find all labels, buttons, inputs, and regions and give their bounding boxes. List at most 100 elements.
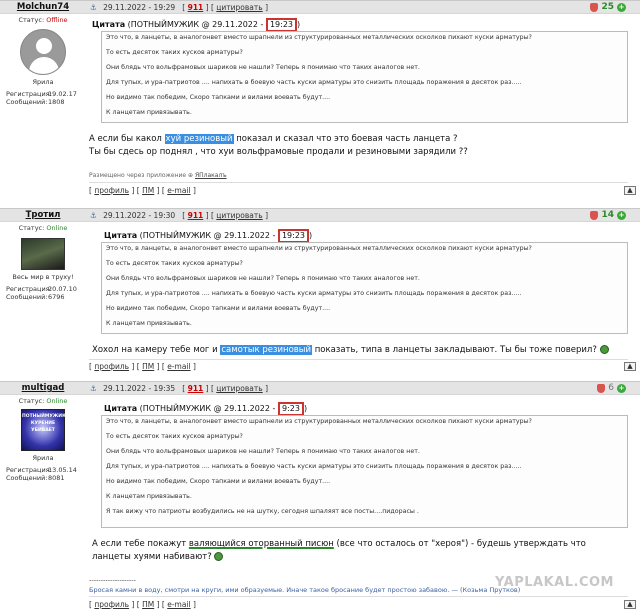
quote-line: Для тупых, и ура-патриотов .... напихать… xyxy=(106,463,522,470)
plus-icon[interactable]: + xyxy=(617,383,626,393)
post-links: [ профиль ] [ ПМ ] [ e-mail ] xyxy=(89,600,196,609)
avatar[interactable] xyxy=(20,29,66,75)
post-links: [ профиль ] [ ПМ ] [ e-mail ] xyxy=(89,186,196,195)
post-header: Molchun74 ⚓ 29.11.2022 - 19:29 [ 911 ] [… xyxy=(0,0,640,14)
post-meta: ⚓ 29.11.2022 - 19:30 [ 911 ] [ цитироват… xyxy=(90,211,268,220)
quote-box: Это что, в ланцеты, в аналогонвет вместо… xyxy=(101,242,628,334)
avatar[interactable] xyxy=(21,238,65,270)
plus-icon[interactable]: + xyxy=(617,210,626,220)
anchor-icon[interactable]: ⚓ xyxy=(90,384,97,393)
divider xyxy=(89,359,628,360)
rating-count: 25 xyxy=(601,2,614,12)
post-rating: 25 + xyxy=(590,2,626,12)
app-link[interactable]: ЯПлакалъ xyxy=(195,172,227,179)
author-name[interactable]: multigad xyxy=(0,383,86,393)
quote-line: Это что, в ланцеты, в аналогонвет вместо… xyxy=(106,34,532,41)
status-value: Offline xyxy=(46,16,68,24)
quote-line: То есть десяток таких кусков арматуры? xyxy=(106,260,243,267)
smiley-icon xyxy=(214,552,224,561)
post-message: А если бы какол хуй резиновый показал и … xyxy=(89,134,468,157)
status-value: Online xyxy=(46,397,68,405)
quote-line: Они блядь что вольфрамовых шариков не на… xyxy=(106,64,420,71)
shield-icon[interactable] xyxy=(597,383,606,393)
scroll-top-button[interactable]: ▲ xyxy=(624,186,636,195)
user-info: Статус: Online ПОТНЫЙМУЖИК КУРЕНИЕ УБИВА… xyxy=(0,397,86,482)
quote-line: Это что, в ланцеты, в аналогонвет вместо… xyxy=(106,418,532,425)
post: Molchun74 ⚓ 29.11.2022 - 19:29 [ 911 ] [… xyxy=(0,0,640,204)
pm-link[interactable]: ПМ xyxy=(142,600,154,609)
email-link[interactable]: e-mail xyxy=(167,600,190,609)
cite-link[interactable]: цитировать xyxy=(216,384,262,393)
author-name[interactable]: Тротил xyxy=(0,210,86,220)
post-number-link[interactable]: 911 xyxy=(188,211,204,220)
rating-count: 6 xyxy=(608,383,614,393)
post-date: 29.11.2022 - 19:30 xyxy=(103,211,176,220)
user-status: Статус: Online xyxy=(18,224,68,232)
quote-line: К ланцетам привязывать. xyxy=(106,320,192,327)
quote-line: Но видимо так победим, Скоро тапками и в… xyxy=(106,478,331,485)
scroll-top-button[interactable]: ▲ xyxy=(624,600,636,609)
profile-link[interactable]: профиль xyxy=(94,600,129,609)
status-value: Online xyxy=(46,224,68,232)
quote-line: Для тупых, и ура-патриотов .... напихать… xyxy=(106,290,522,297)
post-meta: ⚓ 29.11.2022 - 19:29 [ 911 ] [ цитироват… xyxy=(90,3,268,12)
post-header: Тротил ⚓ 29.11.2022 - 19:30 [ 911 ] [ ци… xyxy=(0,208,640,222)
user-stats: Регистрация:19.02.17 Сообщений:1808 xyxy=(6,90,77,106)
profile-link[interactable]: профиль xyxy=(94,362,129,371)
anchor-icon[interactable]: ⚓ xyxy=(90,3,97,12)
divider xyxy=(89,596,628,597)
quote-header: Цитата (ПОТНЫЙМУЖИК @ 29.11.2022 - 19:23… xyxy=(92,18,300,32)
quote-line: Они блядь что вольфрамовых шариков не на… xyxy=(106,275,420,282)
cite-link[interactable]: цитировать xyxy=(216,3,262,12)
post-date: 29.11.2022 - 19:29 xyxy=(103,3,176,12)
avatar[interactable]: ПОТНЫЙМУЖИК КУРЕНИЕ УБИВАЕТ xyxy=(21,409,66,451)
post-header: multigad ⚓ 29.11.2022 - 19:35 [ 911 ] [ … xyxy=(0,381,640,395)
post-number-link[interactable]: 911 xyxy=(188,3,204,12)
post-links: [ профиль ] [ ПМ ] [ e-mail ] xyxy=(89,362,196,371)
quote-box: Это что, в ланцеты, в аналогонвет вместо… xyxy=(101,31,628,123)
email-link[interactable]: e-mail xyxy=(167,186,190,195)
quote-line: К ланцетам привязывать. xyxy=(106,493,192,500)
quote-time: 9:23 xyxy=(277,402,304,416)
user-info: Статус: Offline Ярила Регистрация:19.02.… xyxy=(0,16,86,106)
signature-text: Бросая камни в воду, смотри на круги, им… xyxy=(89,586,521,594)
cite-link[interactable]: цитировать xyxy=(216,211,262,220)
post: Тротил ⚓ 29.11.2022 - 19:30 [ 911 ] [ ци… xyxy=(0,208,640,376)
divider xyxy=(89,182,628,183)
underlined-text: валяющийся оторванный писюн xyxy=(188,539,334,549)
anchor-icon[interactable]: ⚓ xyxy=(90,211,97,220)
quote-line: Я так вижу что патриоты возбудились не н… xyxy=(106,508,419,515)
signature-rule: -------------------- xyxy=(89,576,136,584)
plus-icon[interactable]: + xyxy=(617,2,626,12)
user-stats: Регистрация:13.05.14 Сообщений:8081 xyxy=(6,466,77,482)
site-watermark: YAPLAKAL.COM xyxy=(495,575,614,590)
quote-header: Цитата (ПОТНЫЙМУЖИК @ 29.11.2022 - 9:23) xyxy=(104,402,307,416)
quote-box: Это что, в ланцеты, в аналогонвет вместо… xyxy=(101,415,628,528)
pm-link[interactable]: ПМ xyxy=(142,362,154,371)
quote-time: 19:23 xyxy=(265,18,298,32)
selected-text: хуй резиновый xyxy=(164,134,234,144)
email-link[interactable]: e-mail xyxy=(167,362,190,371)
rating-count: 14 xyxy=(601,210,614,220)
quote-line: Они блядь что вольфрамовых шариков не на… xyxy=(106,448,420,455)
shield-icon[interactable] xyxy=(590,2,599,12)
pm-link[interactable]: ПМ xyxy=(142,186,154,195)
smiley-icon xyxy=(599,345,609,354)
post-message: Хохол на камеру тебе мог и самотык резин… xyxy=(92,344,609,357)
user-info: Статус: Online Весь мир в труху! Регистр… xyxy=(0,224,86,301)
post-rating: 14 + xyxy=(590,210,626,220)
post-rating: 6 + xyxy=(597,383,626,393)
quote-line: То есть десяток таких кусков арматуры? xyxy=(106,433,243,440)
post-date: 29.11.2022 - 19:35 xyxy=(103,384,176,393)
post-number-link[interactable]: 911 xyxy=(188,384,204,393)
quote-header: Цитата (ПОТНЫЙМУЖИК @ 29.11.2022 - 19:23… xyxy=(104,229,312,243)
quote-time: 19:23 xyxy=(277,229,310,243)
user-title: Ярила xyxy=(32,78,54,86)
user-status: Статус: Online xyxy=(18,397,68,405)
post-message: А если тебе покажут валяющийся оторванны… xyxy=(92,539,586,562)
profile-link[interactable]: профиль xyxy=(94,186,129,195)
shield-icon[interactable] xyxy=(590,210,599,220)
quote-line: К ланцетам привязывать. xyxy=(106,109,192,116)
scroll-top-button[interactable]: ▲ xyxy=(624,362,636,371)
author-name[interactable]: Molchun74 xyxy=(0,2,86,12)
